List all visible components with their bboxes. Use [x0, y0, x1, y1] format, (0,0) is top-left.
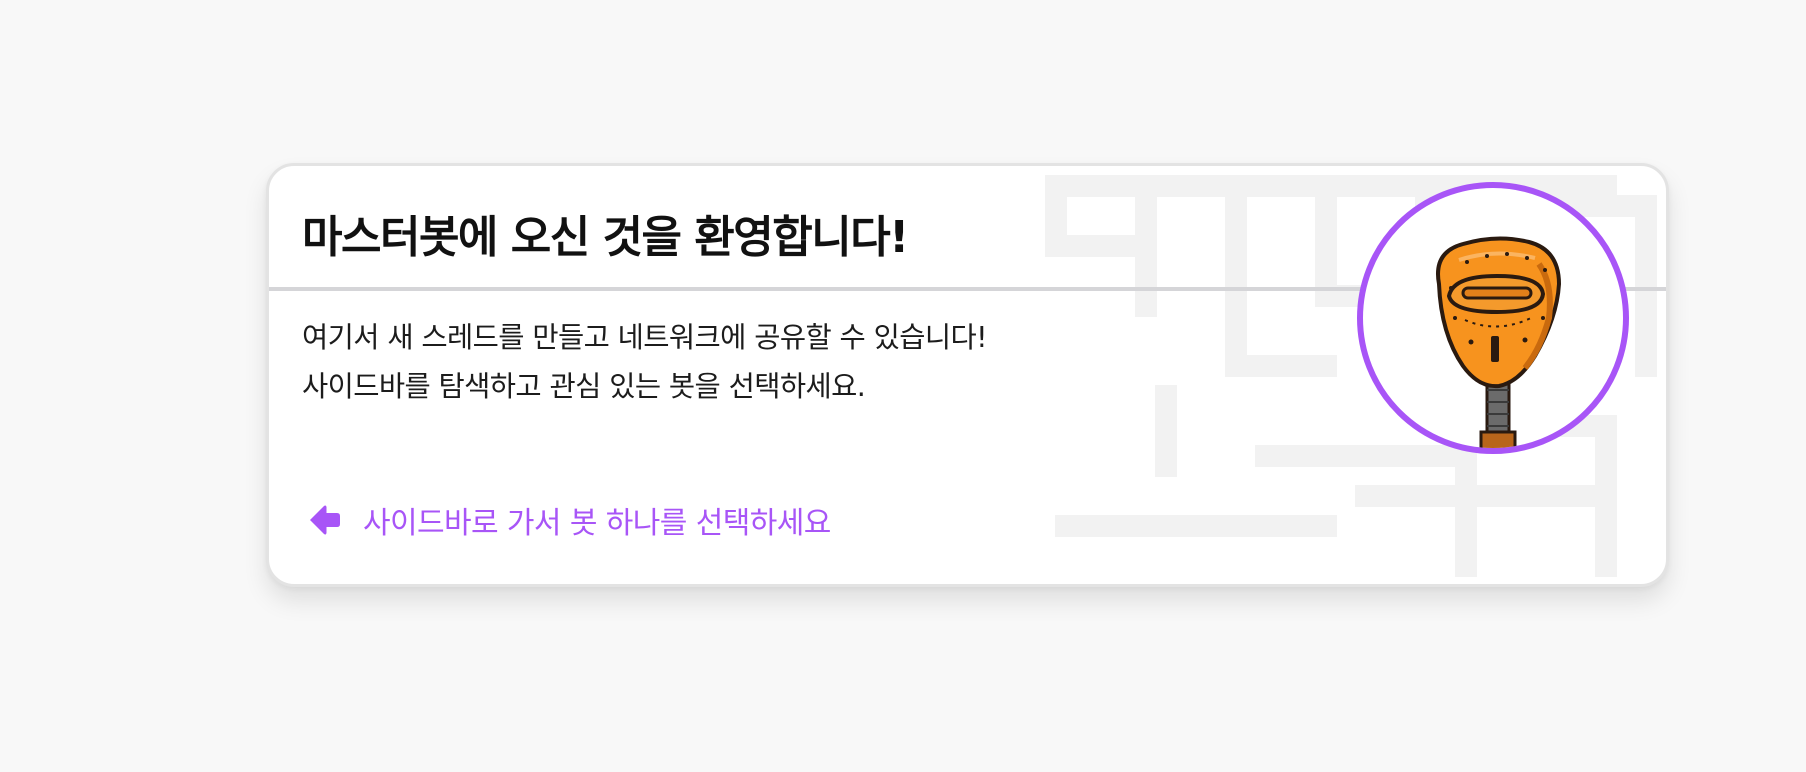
- welcome-title: 마스터봇에 오신 것을 환영합니다!: [302, 212, 909, 263]
- arrow-left-icon: [310, 505, 340, 535]
- robot-head-icon: [1436, 236, 1562, 448]
- bot-avatar: [1357, 182, 1629, 454]
- select-bot-link[interactable]: 사이드바로 가서 봇 하나를 선택하세요: [307, 495, 831, 545]
- welcome-card: 마스터봇에 오신 것을 환영합니다! 여기서 새 스레드를 만들고 네트워크에 …: [266, 163, 1669, 587]
- welcome-description: 여기서 새 스레드를 만들고 네트워크에 공유할 수 있습니다! 사이드바를 탐…: [302, 321, 988, 403]
- select-bot-link-label: 사이드바로 가서 봇 하나를 선택하세요: [363, 506, 831, 541]
